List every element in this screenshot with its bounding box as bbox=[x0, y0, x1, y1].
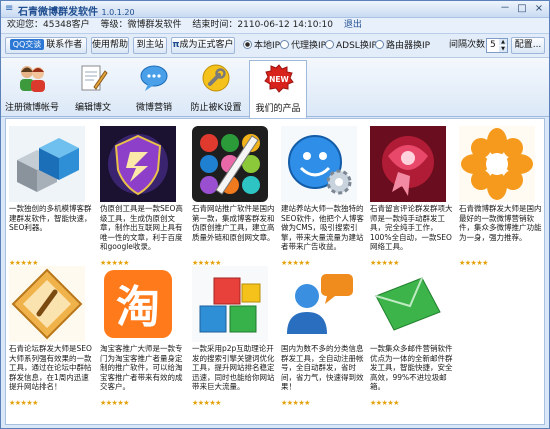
tab-label: 微博营销 bbox=[135, 103, 172, 113]
product-description: 国内为数不多的分类信息群发工具，全自动注册帐号，全自动群发，省时间，省力气，快速… bbox=[281, 344, 364, 391]
title-bar: ≡ 石青微博群发软件 1.0.1.20 － □ × bbox=[1, 1, 549, 18]
radio-label: 代理换IP bbox=[291, 41, 327, 51]
radio-off-icon bbox=[375, 40, 384, 49]
radio-router-ip[interactable]: 路由器换IP bbox=[375, 40, 430, 52]
new-badge-icon: NEW bbox=[264, 64, 294, 93]
radio-label: 路由器换IP bbox=[386, 41, 431, 51]
expire-text: 结束时间：2110-06-12 14:10:10 bbox=[192, 20, 333, 30]
spin-up-icon[interactable]: ▲ bbox=[499, 39, 507, 45]
logout-link[interactable]: 退出 bbox=[344, 20, 362, 30]
rating-stars: ★★★★★ bbox=[100, 399, 129, 407]
taobao-icon: 淘 bbox=[100, 266, 176, 342]
interval-value: 5 bbox=[490, 40, 496, 50]
pi-icon: π bbox=[172, 40, 180, 50]
rating-stars: ★★★★★ bbox=[281, 399, 310, 407]
close-button[interactable]: × bbox=[531, 3, 547, 16]
rating-stars: ★★★★★ bbox=[370, 399, 399, 407]
product-description: 一款集众多邮件营销软件优点为一体的全新邮件群发工具，智能快捷，安全高效，99%不… bbox=[370, 344, 453, 391]
spin-down-icon[interactable]: ▼ bbox=[499, 46, 507, 52]
blue-smiley-gear-icon bbox=[281, 126, 357, 202]
tab-register-accounts[interactable]: 注册微博帐号 bbox=[3, 60, 61, 116]
colored-blocks-icon bbox=[192, 266, 268, 342]
config-button[interactable]: 配置... bbox=[511, 37, 545, 54]
product-description: 石青微博群发大师是国内最好的一款微博营销软件，集众多微博推广功能为一身，强力推荐… bbox=[459, 204, 542, 242]
welcome-text: 欢迎您：45348客户 bbox=[7, 20, 90, 30]
main-window: ≡ 石青微博群发软件 1.0.1.20 － □ × 欢迎您：45348客户 等级… bbox=[0, 0, 550, 429]
color-dots-pencil-icon bbox=[192, 126, 268, 202]
tab-edit-posts[interactable]: 编辑博文 bbox=[64, 60, 122, 116]
green-envelope-icon bbox=[370, 266, 446, 342]
function-tabs: 注册微博帐号 编辑博文 微博营销 防止被K设置 NEW 我们的产品 bbox=[1, 57, 549, 118]
product-description: 石青留言评论群发群项大师是一款纯手动群发工具，完全纯手工作，100%全自动，一款… bbox=[370, 204, 453, 251]
user-speech-icon bbox=[281, 266, 357, 342]
radio-adsl-ip[interactable]: ADSL换IP bbox=[325, 40, 377, 52]
contact-author-button[interactable]: QQ交谈 联系作者 bbox=[5, 37, 87, 54]
rating-stars: ★★★★★ bbox=[9, 399, 38, 407]
account-status-bar: 欢迎您：45348客户 等级：微博群发软件 结束时间：2110-06-12 14… bbox=[1, 18, 549, 34]
radio-label: ADSL换IP bbox=[336, 41, 377, 51]
radio-proxy-ip[interactable]: 代理换IP bbox=[280, 40, 326, 52]
upgrade-label: 成为正式客户 bbox=[179, 40, 234, 50]
users-icon bbox=[20, 66, 45, 92]
purple-shield-icon bbox=[100, 126, 176, 202]
tab-label: 我们的产品 bbox=[255, 104, 301, 114]
radio-label: 本地IP bbox=[254, 41, 281, 51]
home-site-button[interactable]: 到主站 bbox=[133, 37, 167, 54]
window-title: 石青微博群发软件 1.0.1.20 bbox=[18, 7, 135, 18]
contact-author-label: 联系作者 bbox=[46, 40, 83, 50]
radio-off-icon bbox=[280, 40, 289, 49]
upgrade-button[interactable]: π成为正式客户 bbox=[171, 37, 235, 54]
wrench-icon bbox=[202, 64, 230, 92]
minimize-button[interactable]: － bbox=[497, 3, 513, 16]
products-panel: 一款独创的多机模博客群建群发软件，智能快速，SEO利器。 ★★★★★ 伪原创工具… bbox=[5, 118, 545, 425]
tab-weibo-marketing[interactable]: 微博营销 bbox=[125, 60, 183, 116]
tab-label: 注册微博帐号 bbox=[4, 103, 59, 113]
rating-stars: ★★★★★ bbox=[192, 399, 221, 407]
help-button[interactable]: 使用帮助 bbox=[91, 37, 129, 54]
radio-on-icon bbox=[243, 40, 252, 49]
product-description: 一款独创的多机模博客群建群发软件，智能快速，SEO利器。 bbox=[9, 204, 92, 232]
product-description: 石青网站推广软件是国内第一款，集成博客群发和伪原创推广工具，建立高质量外链和原创… bbox=[192, 204, 275, 242]
level-text: 等级：微博群发软件 bbox=[100, 20, 182, 30]
product-description: 石青论坛群发大师是SEO大师系列强有效果的一款工具，通过在论坛中群帖群发信息，在… bbox=[9, 344, 92, 391]
tab-our-products[interactable]: NEW 我们的产品 bbox=[249, 60, 307, 118]
product-description: 建站养站大师一款独特的SEO软件，他把个人博客做为CMS，吸引搜索引擎，带来大量… bbox=[281, 204, 364, 251]
product-description: 一款采用p2p互助理论开发的搜索引擎关键词优化工具，提升网站排名稳定迅速，同时也… bbox=[192, 344, 275, 391]
svg-text:NEW: NEW bbox=[269, 75, 289, 84]
radio-off-icon bbox=[325, 40, 334, 49]
speech-bubble-icon bbox=[140, 65, 168, 91]
rating-stars: ★★★★★ bbox=[459, 259, 488, 267]
tab-label: 编辑博文 bbox=[74, 103, 111, 113]
interval-stepper[interactable]: 5 ▲ ▼ bbox=[486, 38, 508, 53]
svg-text:淘: 淘 bbox=[116, 282, 160, 333]
product-description: 淘宝客推广大师是一款专门为淘宝客推广者量身定制的推广软件，可以给淘宝客推广者带来… bbox=[100, 344, 183, 391]
blue-cubes-icon bbox=[9, 126, 85, 202]
orange-flower-icon bbox=[459, 126, 535, 202]
tab-anti-block-settings[interactable]: 防止被K设置 bbox=[187, 60, 245, 116]
product-description: 伪原创工具是一款SEO高级工具，生成伪原创文章，制作出互联网上具有唯一性的文章，… bbox=[100, 204, 183, 251]
red-ribbon-icon bbox=[370, 126, 446, 202]
tab-label: 防止被K设置 bbox=[190, 103, 242, 113]
edit-document-icon bbox=[81, 65, 108, 91]
app-logo-icon: ≡ bbox=[5, 3, 14, 14]
radio-local-ip[interactable]: 本地IP bbox=[243, 40, 280, 52]
qq-chat-icon: QQ交谈 bbox=[9, 39, 45, 50]
maximize-button[interactable]: □ bbox=[514, 3, 530, 16]
interval-label: 间隔次数 bbox=[449, 40, 486, 50]
toolbar: QQ交谈 联系作者 使用帮助 到主站 π成为正式客户 本地IP 代理换IP ADS… bbox=[1, 34, 549, 57]
orange-diamond-icon bbox=[9, 266, 85, 342]
